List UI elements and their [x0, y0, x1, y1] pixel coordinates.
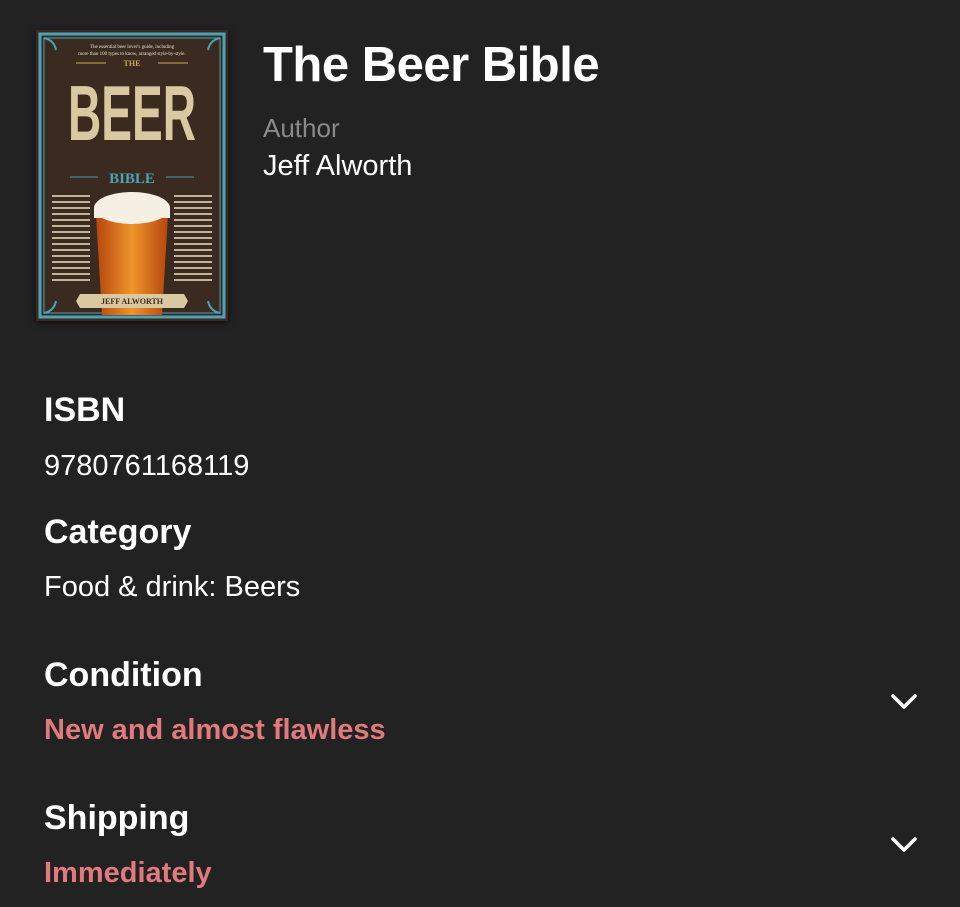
condition-value: New and almost flawless [44, 714, 386, 746]
chevron-down-icon[interactable] [888, 690, 920, 714]
shipping-label: Shipping [44, 799, 190, 837]
isbn-label: ISBN [44, 391, 126, 429]
svg-text:BEER: BEER [68, 69, 196, 157]
author-name: Jeff Alworth [263, 150, 413, 182]
svg-text:BIBLE: BIBLE [109, 171, 155, 187]
svg-text:THE: THE [124, 59, 141, 68]
chevron-down-icon[interactable] [888, 833, 920, 857]
svg-text:JEFF ALWORTH: JEFF ALWORTH [101, 297, 164, 306]
book-title: The Beer Bible [263, 38, 600, 92]
condition-label: Condition [44, 656, 203, 694]
svg-text:more than 100 types to know, a: more than 100 types to know, arranged st… [78, 52, 186, 57]
shipping-value: Immediately [44, 857, 212, 889]
category-label: Category [44, 513, 192, 551]
category-value: Food & drink: Beers [44, 571, 301, 603]
svg-text:The essential beer lover's gui: The essential beer lover's guide, includ… [90, 45, 175, 50]
isbn-value: 9780761168119 [44, 450, 250, 482]
book-cover-image: The essential beer lover's guide, includ… [36, 30, 228, 321]
author-label: Author [263, 113, 340, 143]
